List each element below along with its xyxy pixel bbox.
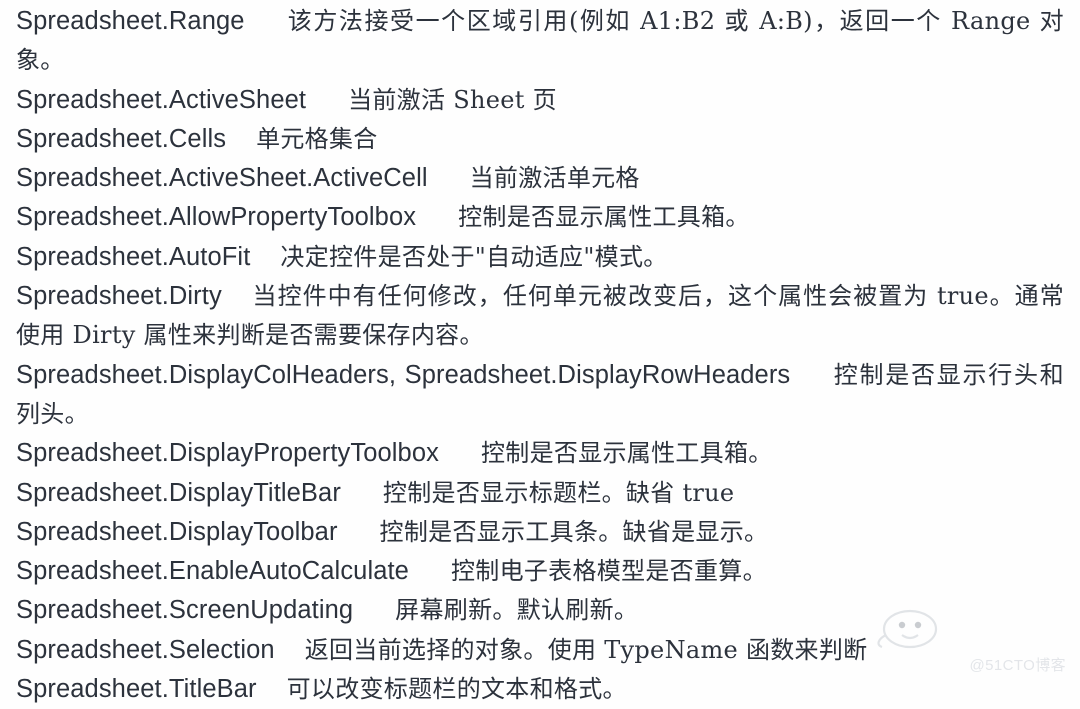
api-entry: Spreadsheet.Cells 单元格集合 [16,120,1064,159]
api-name: Spreadsheet.AutoFit [16,242,251,271]
api-description: 屏幕刷新。默认刷新。 [395,596,639,625]
api-description: 决定控件是否处于"自动适应"模式。 [280,242,668,271]
api-name: Spreadsheet.ActiveSheet.ActiveCell [16,164,428,193]
api-description: 可以改变标题栏的文本和格式。 [286,675,627,704]
api-description: 控制电子表格模型是否重算。 [450,557,767,586]
api-entry: Spreadsheet.EnableAutoCalculate 控制电子表格模型是… [16,552,1064,591]
api-name: Spreadsheet.AllowPropertyToolbox [16,203,417,232]
api-entry: Spreadsheet.ActiveSheet.ActiveCell 当前激活单元… [16,159,1064,198]
api-name: Spreadsheet.DisplayColHeaders, Spreadshe… [16,360,791,389]
api-name: Spreadsheet.ActiveSheet [16,85,307,114]
api-entry: Spreadsheet.DisplayToolbar 控制是否显示工具条。缺省是显… [16,513,1064,552]
api-name: Spreadsheet.Dirty [16,282,222,311]
api-name: Spreadsheet.ScreenUpdating [16,596,354,625]
api-description: 控制是否显示属性工具箱。 [480,439,773,468]
api-name: Spreadsheet.EnableAutoCalculate [16,557,409,586]
api-description: 单元格集合 [256,124,378,153]
api-entry: Spreadsheet.Dirty 当控件中有任何修改，任何单元被改变后，这个属性… [16,277,1064,356]
api-description: 当前激活 Sheet 页 [348,85,557,114]
api-entry: Spreadsheet.TitleBar 可以改变标题栏的文本和格式。 [16,670,1064,709]
api-entry: Spreadsheet.DisplayTitleBar 控制是否显示标题栏。缺省 … [16,474,1064,513]
api-name: Spreadsheet.Cells [16,124,227,153]
api-description: 控制是否显示标题栏。缺省 true [382,478,735,507]
api-entry: Spreadsheet.Selection 返回当前选择的对象。使用 TypeNa… [16,631,1064,670]
api-name: Spreadsheet.DisplayTitleBar [16,478,341,507]
api-entry: Spreadsheet.DisplayPropertyToolbox 控制是否显示… [16,434,1064,473]
api-description: 返回当前选择的对象。使用 TypeName 函数来判断 [304,635,868,664]
api-entry: Spreadsheet.ScreenUpdating 屏幕刷新。默认刷新。 [16,591,1064,630]
document-page: Spreadsheet.Range 该方法接受一个区域引用(例如 A1:B2 或 … [0,0,1080,703]
api-name: Spreadsheet.Selection [16,635,275,664]
api-name: Spreadsheet.DisplayPropertyToolbox [16,439,439,468]
api-description: 当前激活单元格 [469,164,640,193]
api-entry-list: Spreadsheet.Range 该方法接受一个区域引用(例如 A1:B2 或 … [16,2,1064,709]
api-entry: Spreadsheet.AllowPropertyToolbox 控制是否显示属性… [16,198,1064,237]
api-entry: Spreadsheet.ActiveSheet 当前激活 Sheet 页 [16,81,1064,120]
api-name: Spreadsheet.Range [16,7,245,35]
api-entry: Spreadsheet.AutoFit 决定控件是否处于"自动适应"模式。 [16,238,1064,277]
api-name: Spreadsheet.DisplayToolbar [16,517,338,546]
api-entry: Spreadsheet.DisplayColHeaders, Spreadshe… [16,356,1064,435]
api-entry: Spreadsheet.Range 该方法接受一个区域引用(例如 A1:B2 或 … [16,2,1064,81]
api-description: 控制是否显示属性工具箱。 [458,203,750,232]
api-name: Spreadsheet.TitleBar [16,675,257,704]
api-description: 控制是否显示工具条。缺省是显示。 [379,517,769,546]
